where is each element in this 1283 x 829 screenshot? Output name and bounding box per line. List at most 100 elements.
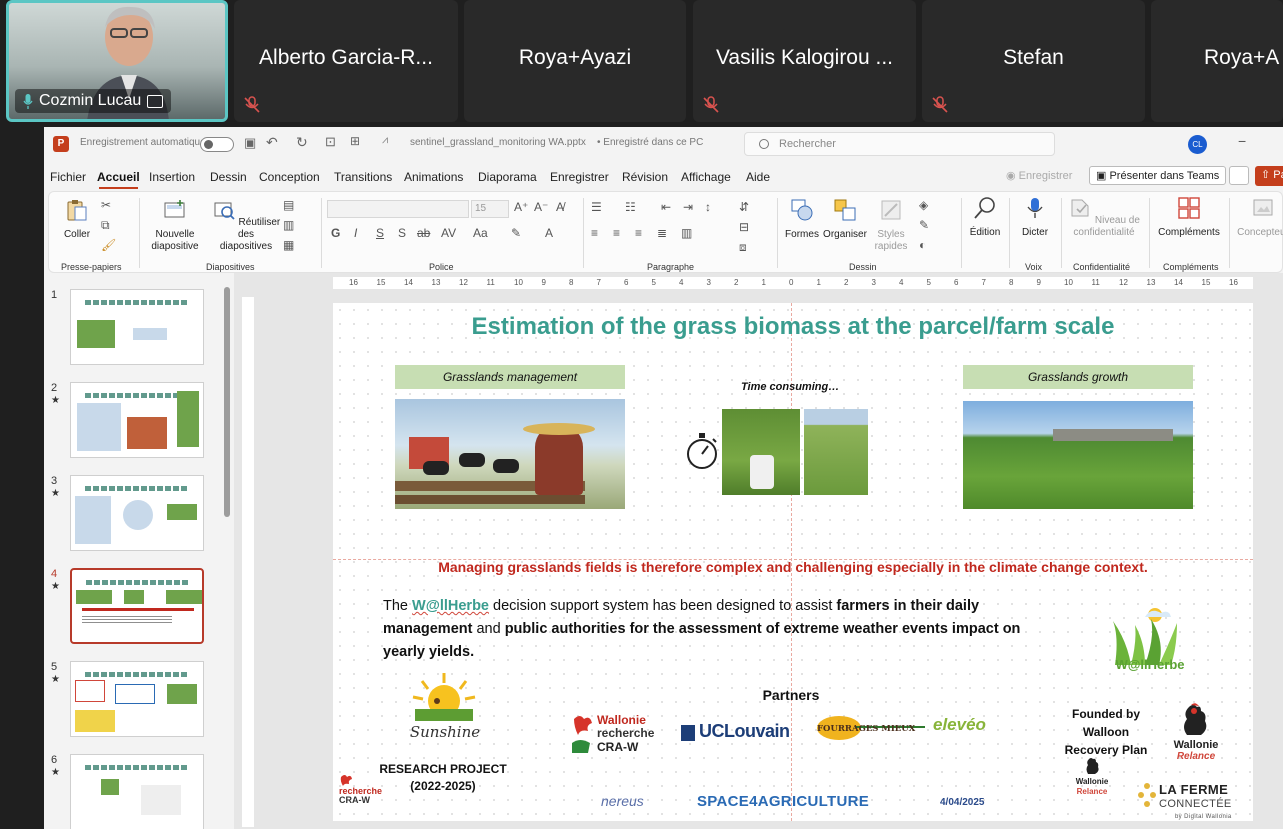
slide-thumbnail-1[interactable] xyxy=(70,289,204,365)
sunshine-logo[interactable] xyxy=(407,671,481,723)
participant-tile-5[interactable]: Roya+A xyxy=(1151,0,1283,122)
tab-dessin[interactable]: Dessin xyxy=(210,170,247,184)
comment-button[interactable] xyxy=(1229,166,1249,185)
slide-thumbnail-4[interactable] xyxy=(70,568,204,644)
smartart-icon[interactable]: ⧈ xyxy=(739,240,747,255)
undo-icon[interactable]: ↶ xyxy=(266,134,278,151)
highlight-icon[interactable]: ✎ xyxy=(511,226,521,240)
tab-accueil[interactable]: Accueil xyxy=(97,170,140,189)
tab-transitions[interactable]: Transitions xyxy=(334,170,392,184)
dictate-button[interactable]: Dicter xyxy=(1015,196,1055,239)
tab-fichier[interactable]: Fichier xyxy=(50,170,86,184)
decrease-indent-icon[interactable]: ⇤ xyxy=(661,200,671,214)
clear-format-icon[interactable]: A̸ xyxy=(556,200,564,214)
tab-enregistrer[interactable]: Enregistrer xyxy=(550,170,609,184)
sensitivity-button[interactable]: Niveau de confidentialité xyxy=(1063,196,1145,239)
change-case-button[interactable]: Aa xyxy=(473,226,488,240)
strikethrough-button[interactable]: ab xyxy=(417,226,430,240)
font-size-select[interactable]: 15 xyxy=(471,200,509,218)
section-icon[interactable]: ▦ xyxy=(283,238,294,252)
arrange-button[interactable]: Organiser xyxy=(821,198,869,241)
addins-button[interactable]: Compléments xyxy=(1153,196,1225,239)
slideshow-icon[interactable]: ⊞ xyxy=(350,134,360,148)
increase-indent-icon[interactable]: ⇥ xyxy=(683,200,693,214)
user-avatar[interactable]: CL xyxy=(1188,135,1207,154)
italic-button[interactable]: I xyxy=(354,226,357,240)
redo-icon[interactable]: ↻ xyxy=(296,134,308,151)
slide-thumbnail-6[interactable] xyxy=(70,754,204,829)
slide-thumbnail-3[interactable] xyxy=(70,475,204,551)
share-button[interactable]: ⇧ Pa xyxy=(1255,166,1283,186)
tab-animations[interactable]: Animations xyxy=(404,170,463,184)
customize-toolbar-icon[interactable]: ⩘ xyxy=(382,134,388,147)
minimize-icon[interactable]: − xyxy=(1238,133,1246,149)
font-family-select[interactable] xyxy=(327,200,469,218)
tab-aide[interactable]: Aide xyxy=(746,170,770,184)
align-center-icon[interactable]: ≡ xyxy=(613,226,620,240)
red-statement[interactable]: Managing grasslands fields is therefore … xyxy=(333,559,1253,575)
participant-tile-1[interactable]: Alberto Garcia-R... xyxy=(234,0,458,122)
columns-icon[interactable]: ▥ xyxy=(681,226,692,240)
shadow-button[interactable]: S xyxy=(398,226,406,240)
shapes-button[interactable]: Formes xyxy=(783,198,821,241)
ferme-connectee-logo[interactable]: LA FERME CONNECTÉE by Digital Wallonia xyxy=(1159,783,1232,821)
bullets-icon[interactable]: ☰ xyxy=(591,200,602,214)
grass-sampling-photo[interactable] xyxy=(804,409,868,495)
record-button[interactable]: ◉ Enregistrer xyxy=(1006,169,1072,182)
align-text-icon[interactable]: ⊟ xyxy=(739,220,749,234)
slide-thumbnail-5[interactable] xyxy=(70,661,204,737)
text-direction-icon[interactable]: ⇵ xyxy=(739,200,749,214)
share-screen-icon[interactable] xyxy=(147,94,164,108)
reuse-slides-button[interactable]: Réutiliser des diapositives xyxy=(211,198,281,253)
slide-canvas[interactable]: Estimation of the grass biomass at the p… xyxy=(333,303,1253,821)
participant-tile-2[interactable]: Roya+Ayazi xyxy=(464,0,686,122)
participant-tile-3[interactable]: Vasilis Kalogirou ... xyxy=(693,0,916,122)
grasslands-management-box[interactable]: Grasslands management xyxy=(395,365,625,389)
editing-button[interactable]: Édition xyxy=(965,196,1005,239)
farm-illustration[interactable] xyxy=(395,399,625,509)
reset-icon[interactable]: ▥ xyxy=(283,218,294,232)
slide-thumbnail-2[interactable] xyxy=(70,382,204,458)
nereus-logo[interactable]: nereus xyxy=(601,793,644,809)
research-project-label[interactable]: RESEARCH PROJECT (2022-2025) xyxy=(373,761,513,795)
founded-by-label[interactable]: Founded by Walloon Recovery Plan xyxy=(1051,705,1161,759)
tab-diaporama[interactable]: Diaporama xyxy=(478,170,537,184)
quick-styles-button[interactable]: Styles rapides xyxy=(871,198,911,253)
eleveo-logo[interactable]: elevéo xyxy=(933,715,986,735)
slide-date[interactable]: 4/04/2025 xyxy=(940,797,985,808)
tab-revision[interactable]: Révision xyxy=(622,170,668,184)
decrease-font-icon[interactable]: A⁻ xyxy=(534,200,548,214)
increase-font-icon[interactable]: A⁺ xyxy=(514,200,528,214)
layout-icon[interactable]: ▤ xyxy=(283,198,294,212)
time-consuming-label[interactable]: Time consuming… xyxy=(741,381,839,393)
format-painter-icon[interactable]: 🖌 xyxy=(101,238,116,252)
search-input[interactable]: Rechercher xyxy=(744,132,1055,156)
grass-measure-photo[interactable] xyxy=(722,409,800,495)
partners-title[interactable]: Partners xyxy=(731,687,851,703)
designer-button[interactable]: Concepteur xyxy=(1233,196,1283,239)
align-left-icon[interactable]: ≡ xyxy=(591,226,598,240)
shape-fill-icon[interactable]: ◈ xyxy=(919,198,928,212)
numbering-icon[interactable]: ☷ xyxy=(625,200,636,214)
save-icon[interactable]: ▣ xyxy=(244,135,256,151)
grassland-field-photo[interactable] xyxy=(963,401,1193,509)
tab-affichage[interactable]: Affichage xyxy=(681,170,731,184)
wallonie-relance-logo[interactable]: Wallonie Relance xyxy=(1163,739,1229,763)
bold-button[interactable]: G xyxy=(331,226,340,240)
grasslands-growth-box[interactable]: Grasslands growth xyxy=(963,365,1193,389)
char-spacing-button[interactable]: AV xyxy=(441,226,456,240)
autosave-toggle[interactable] xyxy=(200,137,234,152)
line-spacing-icon[interactable]: ↕ xyxy=(705,200,711,214)
new-slide-button[interactable]: Nouvelle diapositive xyxy=(145,198,205,253)
paste-button[interactable]: Coller xyxy=(57,198,97,241)
footer-wallonie-relance-logo[interactable]: Wallonie Relance xyxy=(1070,777,1114,797)
align-right-icon[interactable]: ≡ xyxy=(635,226,642,240)
thumbnails-scrollbar[interactable] xyxy=(224,287,230,517)
justify-icon[interactable]: ≣ xyxy=(657,226,667,240)
tab-conception[interactable]: Conception xyxy=(259,170,320,184)
shape-effects-icon[interactable]: ◐ xyxy=(919,238,926,252)
cut-icon[interactable]: ✂ xyxy=(101,198,111,212)
self-video-tile[interactable]: Cozmin Lucau xyxy=(6,0,228,122)
footer-cra-w-logo[interactable]: recherche CRA-W xyxy=(339,787,382,805)
description-paragraph[interactable]: The W@llHerbe decision support system ha… xyxy=(383,595,1063,664)
